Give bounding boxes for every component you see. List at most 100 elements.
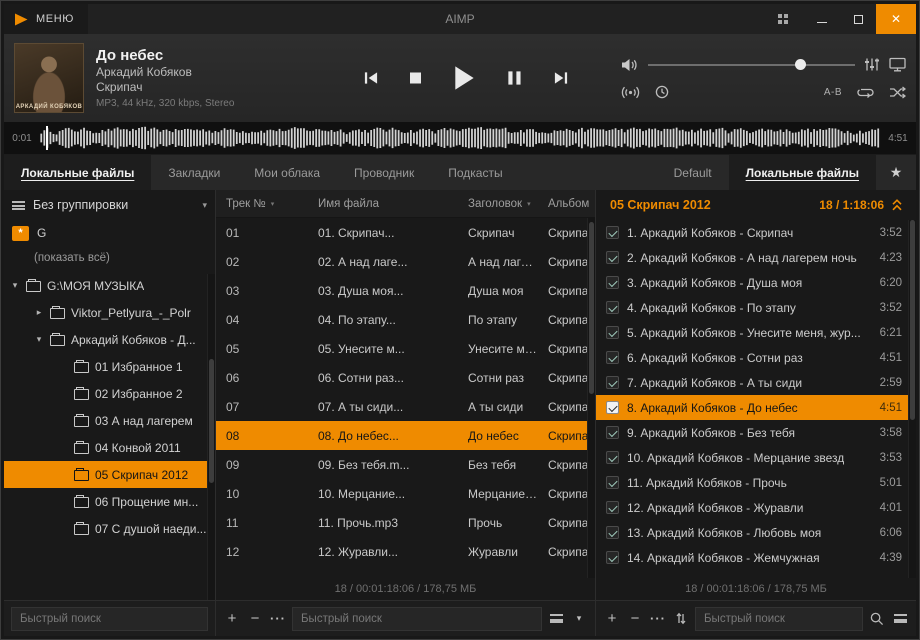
next-button[interactable] [553, 71, 569, 86]
previous-button[interactable] [363, 71, 379, 86]
table-row[interactable]: 0202. А над лаге...А над лагере...Скрипа… [216, 247, 595, 276]
tree-item[interactable]: 02 Избранное 2 [4, 380, 215, 407]
remove-button[interactable]: − [626, 607, 644, 631]
tree-item[interactable]: 05 Скрипач 2012 [4, 461, 215, 488]
tree-item[interactable]: ▸ Viktor_Petlyura_-_Polr [4, 299, 215, 326]
shuffle-icon[interactable] [889, 85, 906, 99]
radio-broadcast-icon[interactable] [621, 86, 640, 99]
playlist-scrollbar[interactable] [908, 220, 916, 578]
nav-tab[interactable]: Локальные файлы [4, 155, 152, 190]
table-row[interactable]: 04 04. По этапу... По этапу Скрипач [216, 305, 595, 334]
playlist-item[interactable]: 3. Аркадий Кобяков - Душа моя 6:20 [596, 270, 916, 295]
menu-button[interactable]: МЕНЮ [4, 4, 88, 34]
playlist-item[interactable]: 9. Аркадий Кобяков - Без тебя 3:58 [596, 420, 916, 445]
checkbox[interactable] [606, 426, 619, 439]
nav-tab[interactable]: Закладки [151, 155, 237, 190]
tree-item[interactable]: ▾ G:\МОЯ МУЗЫКА [4, 272, 215, 299]
column-header-track[interactable]: Трек № ▾ [216, 198, 308, 210]
checkbox[interactable] [606, 251, 619, 264]
tree-item[interactable]: 03 А над лагерем [4, 407, 215, 434]
playlist-item[interactable]: 4. Аркадий Кобяков - По этапу 3:52 [596, 295, 916, 320]
playlist-item[interactable]: 6. Аркадий Кобяков - Сотни раз 4:51 [596, 345, 916, 370]
nav-tab[interactable]: Проводник [337, 155, 431, 190]
add-button[interactable]: + [603, 607, 621, 631]
checkbox[interactable] [606, 476, 619, 489]
scrollbar-thumb[interactable] [910, 220, 915, 421]
table-row[interactable]: 12 12. Журавли... Журавли Скрипач [216, 537, 595, 566]
playlist-search-input[interactable] [695, 606, 863, 631]
checkbox[interactable] [606, 401, 619, 414]
minimize-button[interactable] [804, 4, 840, 34]
equalizer-icon[interactable] [864, 57, 880, 72]
playlist-menu-button[interactable] [891, 607, 909, 631]
column-header-filename[interactable]: Имя файла [308, 198, 458, 210]
table-row[interactable]: 07 07. А ты сиди... А ты сиди Скрипач [216, 392, 595, 421]
table-row[interactable]: 11 11. Прочь.mp3 Прочь Скрипач [216, 508, 595, 537]
repeat-icon[interactable] [857, 86, 874, 99]
expand-icon[interactable]: ▸ [34, 307, 44, 318]
stop-button[interactable] [409, 72, 422, 85]
collapse-chevrons-icon[interactable] [892, 199, 902, 211]
tree-item[interactable]: 07 С душой наеди... [4, 515, 215, 542]
table-scrollbar[interactable] [587, 218, 595, 578]
add-button[interactable]: + [223, 607, 241, 631]
column-header-album[interactable]: Альбом [538, 198, 595, 210]
checkbox[interactable] [606, 351, 619, 364]
ab-repeat-button[interactable]: A-B [824, 87, 842, 98]
reorder-button[interactable] [672, 607, 690, 631]
playlist-item[interactable]: 11. Аркадий Кобяков - Прочь 5:01 [596, 470, 916, 495]
album-art[interactable]: АРКАДИЙ КОБЯКОВ [14, 43, 84, 113]
expand-icon[interactable]: ▾ [10, 280, 20, 291]
layout-grid-icon[interactable] [778, 14, 788, 24]
checkbox[interactable] [606, 551, 619, 564]
tree-item[interactable]: 04 Конвой 2011 [4, 434, 215, 461]
more-button[interactable]: ··· [269, 607, 287, 631]
table-row[interactable]: 1010. Мерцание...Мерцание зв...Скрипач [216, 479, 595, 508]
drive-filter-row[interactable]: * G [4, 220, 215, 246]
checkbox[interactable] [606, 526, 619, 539]
playlist-item[interactable]: 10. Аркадий Кобяков - Мерцание звезд 3:53 [596, 445, 916, 470]
show-all-link[interactable]: (показать всё) [4, 246, 215, 270]
playlist-item[interactable]: 12. Аркадий Кобяков - Журавли 4:01 [596, 495, 916, 520]
playlist-item[interactable]: 7. Аркадий Кобяков - А ты сиди 2:59 [596, 370, 916, 395]
playlist-item[interactable]: 8. Аркадий Кобяков - До небес 4:51 [596, 395, 916, 420]
remove-button[interactable]: − [246, 607, 264, 631]
checkbox[interactable] [606, 451, 619, 464]
table-row[interactable]: 06 06. Сотни раз... Сотни раз Скрипач [216, 363, 595, 392]
table-row[interactable]: 0505. Унесите м...Унесите меня,...Скрипа… [216, 334, 595, 363]
volume-icon[interactable] [621, 58, 639, 72]
nav-tab[interactable]: Подкасты [431, 155, 519, 190]
playlist-item[interactable]: 2. Аркадий Кобяков - А над лагерем ночь 4… [596, 245, 916, 270]
scrollbar-thumb[interactable] [589, 221, 594, 395]
close-button[interactable]: ✕ [876, 4, 916, 34]
sort-menu-button[interactable] [547, 607, 565, 631]
expand-icon[interactable]: ▾ [34, 334, 44, 345]
checkbox[interactable] [606, 276, 619, 289]
search-button[interactable] [868, 607, 886, 631]
sidebar-search-input[interactable] [11, 606, 208, 631]
column-header-title[interactable]: Заголовок ▾ [458, 198, 538, 210]
checkbox[interactable] [606, 226, 619, 239]
checkbox[interactable] [606, 301, 619, 314]
table-row[interactable]: 09 09. Без тебя.m... Без тебя Скрипач [216, 450, 595, 479]
table-search-input[interactable] [292, 606, 542, 631]
volume-slider[interactable] [648, 59, 855, 70]
tree-item[interactable]: 01 Избранное 1 [4, 353, 215, 380]
checkbox[interactable] [606, 376, 619, 389]
playlist-tab[interactable]: Default [657, 155, 729, 190]
monitor-icon[interactable] [889, 57, 906, 72]
tree-item[interactable]: ▾ Аркадий Кобяков - Д... [4, 326, 215, 353]
table-row[interactable]: 08 08. До небес... До небес Скрипач [216, 421, 595, 450]
playlist-item[interactable]: 14. Аркадий Кобяков - Жемчужная 4:39 [596, 545, 916, 570]
table-row[interactable]: 03 03. Душа моя... Душа моя Скрипач [216, 276, 595, 305]
pause-button[interactable] [506, 70, 523, 87]
playlist-header[interactable]: 05 Скрипач 2012 18 / 1:18:06 [596, 190, 916, 220]
maximize-button[interactable] [840, 4, 876, 34]
grouping-dropdown[interactable]: Без группировки ▾ [4, 190, 215, 220]
favorites-star-icon[interactable]: ★ [876, 155, 916, 190]
playlist-tab[interactable]: Локальные файлы [728, 155, 876, 190]
playlist-item[interactable]: 5. Аркадий Кобяков - Унесите меня, жур..… [596, 320, 916, 345]
playlist-item[interactable]: 1. Аркадий Кобяков - Скрипач 3:52 [596, 220, 916, 245]
play-button[interactable] [452, 65, 476, 92]
waveform-seekbar[interactable] [40, 125, 880, 151]
